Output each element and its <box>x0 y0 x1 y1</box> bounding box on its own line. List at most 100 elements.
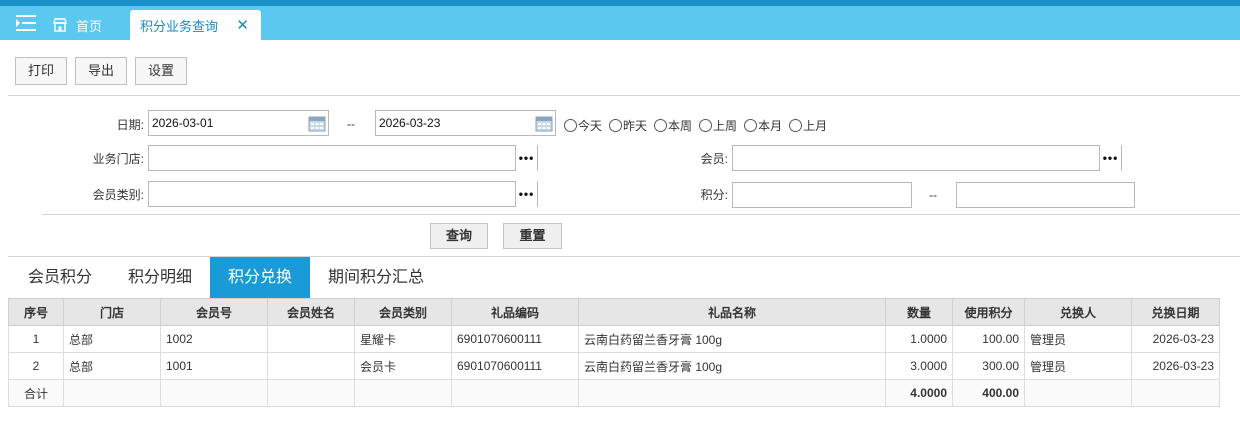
date-from-field[interactable]: 2026-03-01 <box>148 110 329 136</box>
tab-points-detail[interactable]: 积分明细 <box>110 257 210 298</box>
total-quantity: 4.0000 <box>885 379 953 407</box>
column-header[interactable]: 兑换人 <box>1024 298 1132 326</box>
print-button[interactable]: 打印 <box>15 57 68 85</box>
table-cell: 总部 <box>63 325 161 353</box>
quick-range-group: 今天 昨天 本周 上周 本月 上月 <box>564 117 827 134</box>
tab-points-query-label: 积分业务查询 <box>140 18 219 34</box>
table-cell: 管理员 <box>1024 352 1132 380</box>
radio-this-month[interactable]: 本月 <box>744 117 782 134</box>
column-header[interactable]: 会员号 <box>160 298 268 326</box>
member-label: 会员: <box>700 152 728 166</box>
points-from-field[interactable] <box>732 182 912 208</box>
table-row[interactable]: 2 总部 1001 会员卡 6901070600111 云南白药留兰香牙膏 10… <box>8 352 1220 380</box>
store-field[interactable]: ••• <box>148 145 538 171</box>
column-header[interactable]: 礼品名称 <box>578 298 886 326</box>
radio-last-week[interactable]: 上周 <box>699 117 737 134</box>
column-header[interactable]: 会员类别 <box>354 298 452 326</box>
radio-today[interactable]: 今天 <box>564 117 602 134</box>
points-to-field[interactable] <box>956 182 1135 208</box>
table-cell <box>354 379 452 407</box>
exchange-table: 序号 门店 会员号 会员姓名 会员类别 礼品编码 礼品名称 数量 使用积分 兑换… <box>8 298 1220 407</box>
table-cell: 100.00 <box>952 325 1025 353</box>
date-to-field[interactable]: 2026-03-23 <box>375 110 556 136</box>
calendar-icon[interactable] <box>535 114 553 132</box>
date-label: 日期: <box>116 118 144 132</box>
radio-label: 今天 <box>578 119 603 133</box>
table-cell <box>267 352 355 380</box>
table-cell: 3.0000 <box>885 352 953 380</box>
member-field[interactable]: ••• <box>732 145 1122 171</box>
radio-label: 昨天 <box>623 119 648 133</box>
table-header-row: 序号 门店 会员号 会员姓名 会员类别 礼品编码 礼品名称 数量 使用积分 兑换… <box>8 298 1220 326</box>
toolbar: 打印 导出 设置 <box>15 57 188 85</box>
radio-circle-icon <box>699 119 713 132</box>
points-range-separator: -- <box>929 188 937 202</box>
table-cell: 总部 <box>63 352 161 380</box>
column-header[interactable]: 门店 <box>63 298 161 326</box>
table-cell <box>1024 379 1132 407</box>
table-cell: 星耀卡 <box>354 325 452 353</box>
home-store-icon <box>53 18 67 32</box>
table-cell <box>267 379 355 407</box>
result-tabs: 会员积分 积分明细 积分兑换 期间积分汇总 <box>10 257 442 298</box>
divider <box>8 95 1240 96</box>
menu-toggle-icon[interactable] <box>16 14 38 32</box>
radio-label: 上月 <box>803 119 828 133</box>
more-icon[interactable]: ••• <box>515 181 537 207</box>
table-cell: 1 <box>8 325 64 353</box>
more-icon[interactable]: ••• <box>515 145 537 171</box>
member-type-field[interactable]: ••• <box>148 181 538 207</box>
table-cell <box>578 379 886 407</box>
radio-circle-icon <box>654 119 668 132</box>
table-total-row: 合计 4.0000 400.00 <box>8 379 1220 407</box>
table-cell: 1001 <box>160 352 268 380</box>
tab-period-summary[interactable]: 期间积分汇总 <box>310 257 442 298</box>
column-header[interactable]: 使用积分 <box>952 298 1025 326</box>
table-cell <box>267 325 355 353</box>
store-label: 业务门店: <box>92 152 144 166</box>
tab-member-points[interactable]: 会员积分 <box>10 257 110 298</box>
radio-label: 本周 <box>668 119 693 133</box>
reset-button[interactable]: 重置 <box>503 223 562 249</box>
tab-points-exchange[interactable]: 积分兑换 <box>210 257 311 298</box>
table-cell <box>451 379 579 407</box>
more-icon[interactable]: ••• <box>1099 145 1121 171</box>
close-icon[interactable]: ✕ <box>236 16 249 34</box>
top-bar-stripe <box>0 0 1240 6</box>
radio-this-week[interactable]: 本周 <box>654 117 692 134</box>
table-cell: 云南白药留兰香牙膏 100g <box>578 325 886 353</box>
radio-circle-icon <box>609 119 623 132</box>
table-cell: 300.00 <box>952 352 1025 380</box>
export-button[interactable]: 导出 <box>75 57 128 85</box>
table-cell: 2 <box>8 352 64 380</box>
column-header[interactable]: 兑换日期 <box>1131 298 1220 326</box>
date-range-separator: -- <box>347 117 355 131</box>
column-header[interactable]: 会员姓名 <box>267 298 355 326</box>
query-button[interactable]: 查询 <box>430 223 488 249</box>
radio-circle-icon <box>789 119 803 132</box>
tab-points-query[interactable]: 积分业务查询 ✕ <box>130 10 261 40</box>
table-cell <box>1131 379 1220 407</box>
radio-last-month[interactable]: 上月 <box>789 117 827 134</box>
points-label: 积分: <box>700 188 728 202</box>
table-cell <box>63 379 161 407</box>
tab-home[interactable]: 首页 <box>52 10 102 40</box>
table-row[interactable]: 1 总部 1002 星耀卡 6901070600111 云南白药留兰香牙膏 10… <box>8 325 1220 353</box>
radio-label: 上周 <box>713 119 738 133</box>
table-cell: 管理员 <box>1024 325 1132 353</box>
date-to-value: 2026-03-23 <box>379 116 441 130</box>
member-type-label: 会员类别: <box>92 188 144 202</box>
table-cell <box>160 379 268 407</box>
column-header[interactable]: 序号 <box>8 298 64 326</box>
settings-button[interactable]: 设置 <box>135 57 188 85</box>
column-header[interactable]: 数量 <box>885 298 953 326</box>
calendar-icon[interactable] <box>308 114 326 132</box>
divider <box>42 214 1240 215</box>
column-header[interactable]: 礼品编码 <box>451 298 579 326</box>
radio-yesterday[interactable]: 昨天 <box>609 117 647 134</box>
table-cell: 6901070600111 <box>451 325 579 353</box>
total-points: 400.00 <box>952 379 1025 407</box>
table-cell: 6901070600111 <box>451 352 579 380</box>
table-cell: 1.0000 <box>885 325 953 353</box>
total-label: 合计 <box>8 379 64 407</box>
